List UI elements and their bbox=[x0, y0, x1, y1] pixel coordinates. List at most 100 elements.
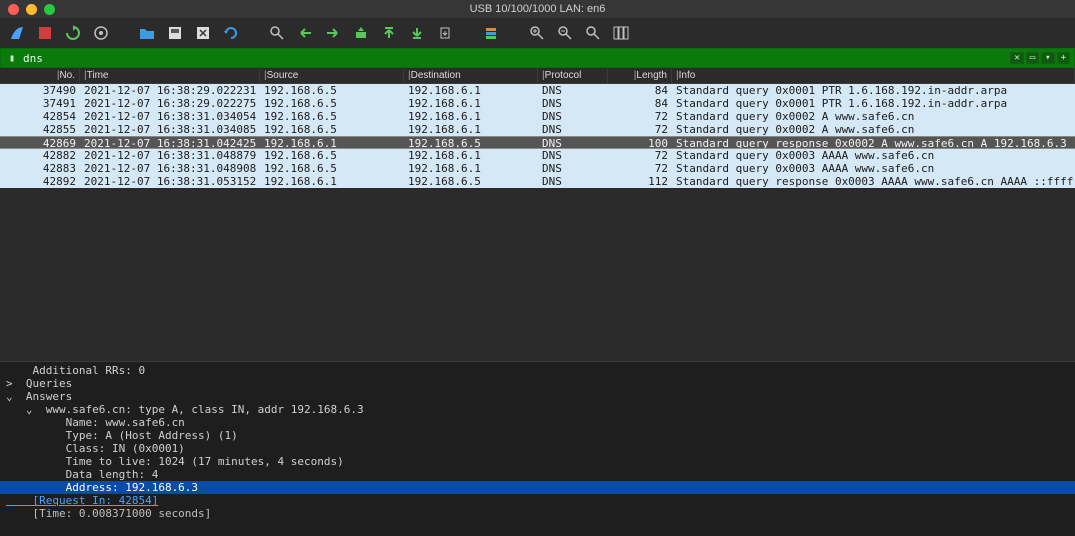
zoom-out-icon[interactable] bbox=[556, 24, 574, 42]
detail-time[interactable]: [Time: 0.008371000 seconds] bbox=[0, 507, 1075, 520]
cell-col-dst: 192.168.6.1 bbox=[404, 149, 538, 162]
col-destination[interactable]: Destination bbox=[404, 68, 538, 83]
packet-row[interactable]: 428692021-12-07 16:38:31.042425192.168.6… bbox=[0, 136, 1075, 149]
find-icon[interactable] bbox=[268, 24, 286, 42]
cell-col-dst: 192.168.6.1 bbox=[404, 97, 538, 110]
cell-col-src: 192.168.6.1 bbox=[260, 175, 404, 188]
col-length[interactable]: Length bbox=[608, 68, 672, 83]
cell-col-no: 42892 bbox=[0, 175, 80, 188]
cell-col-time: 2021-12-07 16:38:31.034085 bbox=[80, 123, 260, 136]
detail-ttl[interactable]: Time to live: 1024 (17 minutes, 4 second… bbox=[0, 455, 1075, 468]
packet-list-empty-area bbox=[0, 188, 1075, 361]
cell-col-no: 37490 bbox=[0, 84, 80, 97]
detail-request-in[interactable]: [Request In: 42854] bbox=[0, 494, 1075, 507]
packet-row[interactable]: 374912021-12-07 16:38:29.022275192.168.6… bbox=[0, 97, 1075, 110]
cell-col-proto: DNS bbox=[538, 97, 608, 110]
packet-row[interactable]: 374902021-12-07 16:38:29.022231192.168.6… bbox=[0, 84, 1075, 97]
go-last-icon[interactable] bbox=[408, 24, 426, 42]
cell-col-time: 2021-12-07 16:38:29.022275 bbox=[80, 97, 260, 110]
cell-col-proto: DNS bbox=[538, 162, 608, 175]
close-file-icon[interactable] bbox=[194, 24, 212, 42]
detail-datalen[interactable]: Data length: 4 bbox=[0, 468, 1075, 481]
display-filter-input[interactable] bbox=[19, 52, 1010, 65]
cell-col-time: 2021-12-07 16:38:31.042425 bbox=[80, 137, 260, 148]
toolbar bbox=[0, 18, 1075, 48]
go-to-packet-icon[interactable] bbox=[352, 24, 370, 42]
cell-col-len: 72 bbox=[608, 123, 672, 136]
cell-col-dst: 192.168.6.1 bbox=[404, 84, 538, 97]
shark-fin-icon[interactable] bbox=[8, 24, 26, 42]
zoom-reset-icon[interactable] bbox=[584, 24, 602, 42]
cell-col-proto: DNS bbox=[538, 149, 608, 162]
window-title: USB 10/100/1000 LAN: en6 bbox=[470, 3, 606, 15]
display-filter-bar: ▮ ✕ ▭ ▾ + bbox=[0, 48, 1075, 68]
colorize-icon[interactable] bbox=[482, 24, 500, 42]
cell-col-src: 192.168.6.5 bbox=[260, 162, 404, 175]
cell-col-len: 72 bbox=[608, 149, 672, 162]
auto-scroll-icon[interactable] bbox=[436, 24, 454, 42]
cell-col-time: 2021-12-07 16:38:31.048879 bbox=[80, 149, 260, 162]
cell-col-time: 2021-12-07 16:38:31.053152 bbox=[80, 175, 260, 188]
cell-col-proto: DNS bbox=[538, 84, 608, 97]
detail-address[interactable]: Address: 192.168.6.3 bbox=[0, 481, 1075, 494]
cell-col-len: 72 bbox=[608, 162, 672, 175]
packet-row[interactable]: 428542021-12-07 16:38:31.034054192.168.6… bbox=[0, 110, 1075, 123]
col-no[interactable]: No. bbox=[0, 68, 80, 83]
packet-row[interactable]: 428922021-12-07 16:38:31.053152192.168.6… bbox=[0, 175, 1075, 188]
reload-file-icon[interactable] bbox=[222, 24, 240, 42]
packet-details-pane[interactable]: Additional RRs: 0 > Queries ⌄ Answers ⌄ … bbox=[0, 361, 1075, 536]
open-file-icon[interactable] bbox=[138, 24, 156, 42]
go-first-icon[interactable] bbox=[380, 24, 398, 42]
maximize-button[interactable] bbox=[44, 4, 55, 15]
titlebar: USB 10/100/1000 LAN: en6 bbox=[0, 0, 1075, 18]
packet-row[interactable]: 428822021-12-07 16:38:31.048879192.168.6… bbox=[0, 149, 1075, 162]
detail-queries[interactable]: > Queries bbox=[0, 377, 1075, 390]
add-filter-button[interactable]: + bbox=[1057, 52, 1070, 64]
stop-capture-icon[interactable] bbox=[36, 24, 54, 42]
col-info[interactable]: Info bbox=[672, 68, 1075, 83]
cell-col-time: 2021-12-07 16:38:31.048908 bbox=[80, 162, 260, 175]
detail-answers[interactable]: ⌄ Answers bbox=[0, 390, 1075, 403]
zoom-in-icon[interactable] bbox=[528, 24, 546, 42]
detail-answer-item[interactable]: ⌄ www.safe6.cn: type A, class IN, addr 1… bbox=[0, 403, 1075, 416]
clear-filter-button[interactable]: ✕ bbox=[1010, 52, 1023, 64]
cell-col-info: Standard query 0x0002 A www.safe6.cn bbox=[672, 123, 1075, 136]
col-protocol[interactable]: Protocol bbox=[538, 68, 608, 83]
detail-name[interactable]: Name: www.safe6.cn bbox=[0, 416, 1075, 429]
go-back-icon[interactable] bbox=[296, 24, 314, 42]
restart-capture-icon[interactable] bbox=[64, 24, 82, 42]
col-source[interactable]: Source bbox=[260, 68, 404, 83]
minimize-button[interactable] bbox=[26, 4, 37, 15]
resize-columns-icon[interactable] bbox=[612, 24, 630, 42]
capture-options-icon[interactable] bbox=[92, 24, 110, 42]
cell-col-src: 192.168.6.5 bbox=[260, 84, 404, 97]
save-file-icon[interactable] bbox=[166, 24, 184, 42]
detail-type[interactable]: Type: A (Host Address) (1) bbox=[0, 429, 1075, 442]
packet-row[interactable]: 428552021-12-07 16:38:31.034085192.168.6… bbox=[0, 123, 1075, 136]
cell-col-no: 37491 bbox=[0, 97, 80, 110]
cell-col-dst: 192.168.6.1 bbox=[404, 110, 538, 123]
cell-col-dst: 192.168.6.5 bbox=[404, 175, 538, 188]
cell-col-info: Standard query 0x0003 AAAA www.safe6.cn bbox=[672, 149, 1075, 162]
cell-col-time: 2021-12-07 16:38:31.034054 bbox=[80, 110, 260, 123]
apply-filter-button[interactable]: ▭ bbox=[1026, 52, 1039, 64]
packet-row[interactable]: 428832021-12-07 16:38:31.048908192.168.6… bbox=[0, 162, 1075, 175]
col-time[interactable]: Time bbox=[80, 68, 260, 83]
cell-col-info: Standard query response 0x0002 A www.saf… bbox=[672, 137, 1075, 148]
cell-col-src: 192.168.6.5 bbox=[260, 149, 404, 162]
packet-list[interactable]: 374902021-12-07 16:38:29.022231192.168.6… bbox=[0, 84, 1075, 188]
close-button[interactable] bbox=[8, 4, 19, 15]
cell-col-proto: DNS bbox=[538, 110, 608, 123]
filter-history-dropdown[interactable]: ▾ bbox=[1041, 52, 1054, 64]
cell-col-no: 42883 bbox=[0, 162, 80, 175]
packet-list-header[interactable]: No. Time Source Destination Protocol Len… bbox=[0, 68, 1075, 84]
cell-col-no: 42855 bbox=[0, 123, 80, 136]
cell-col-no: 42882 bbox=[0, 149, 80, 162]
cell-col-info: Standard query 0x0003 AAAA www.safe6.cn bbox=[672, 162, 1075, 175]
cell-col-info: Standard query 0x0002 A www.safe6.cn bbox=[672, 110, 1075, 123]
detail-additional-rrs[interactable]: Additional RRs: 0 bbox=[0, 364, 1075, 377]
cell-col-src: 192.168.6.5 bbox=[260, 97, 404, 110]
go-forward-icon[interactable] bbox=[324, 24, 342, 42]
bookmark-filter-icon[interactable]: ▮ bbox=[5, 53, 19, 64]
detail-class[interactable]: Class: IN (0x0001) bbox=[0, 442, 1075, 455]
